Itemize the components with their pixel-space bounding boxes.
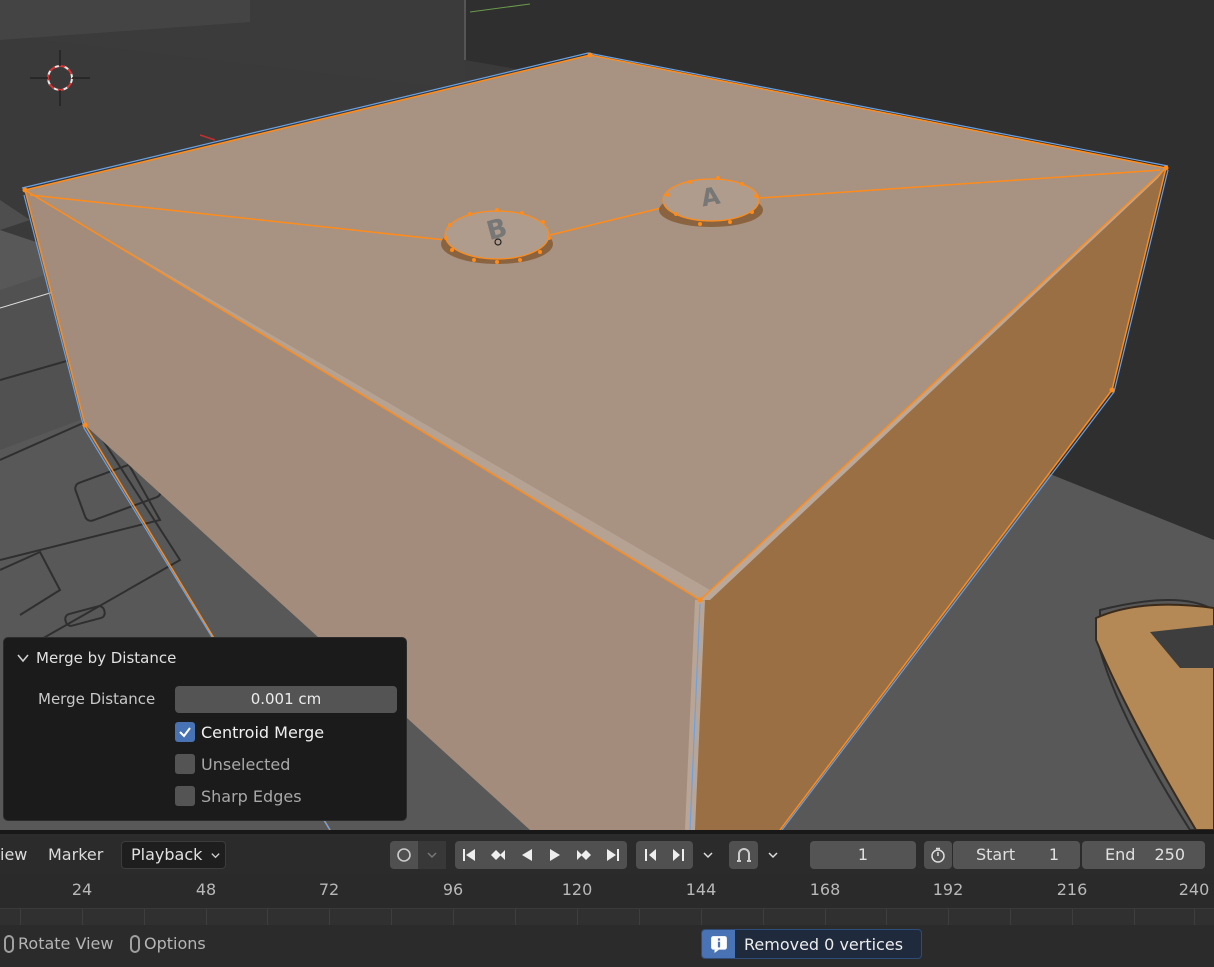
ruler-tick-label: 96 (442, 880, 464, 899)
3d-viewport[interactable]: B A Merge by Distance Merge Distance 0.0… (0, 0, 1214, 830)
start-label: Start (976, 845, 1016, 864)
keyframe-jump-group (636, 841, 722, 869)
prev-keyframe-button[interactable] (484, 841, 513, 869)
playback-dropdown[interactable]: Playback (121, 841, 226, 869)
merge-distance-field[interactable]: 0.001 cm (175, 686, 397, 713)
merge-distance-label: Merge Distance (38, 690, 156, 708)
ruler-tick-label: 216 (1056, 880, 1088, 899)
timeline-track[interactable] (0, 908, 1214, 926)
next-keyframe-button[interactable] (570, 841, 599, 869)
menu-marker[interactable]: Marker (48, 845, 103, 864)
record-icon (397, 848, 411, 862)
record-button[interactable] (390, 841, 418, 869)
next-keyframe-icon (577, 850, 592, 860)
timeline-ruler[interactable]: 24 48 72 96 120 144 168 192 216 240 (0, 874, 1214, 908)
start-frame-field[interactable]: Start 1 (953, 841, 1080, 869)
end-frame-field[interactable]: End 250 (1082, 841, 1205, 869)
play-reverse-icon (521, 849, 532, 861)
ruler-tick-label: 72 (318, 880, 340, 899)
start-value: 1 (1048, 845, 1059, 864)
ruler-tick-label: 240 (1178, 880, 1210, 899)
end-label: End (1105, 845, 1136, 864)
unselected-checkbox[interactable]: Unselected (175, 754, 290, 774)
jump-prev-icon (645, 849, 657, 861)
mouse-icon (4, 934, 14, 953)
report-message[interactable]: Removed 0 vertices (701, 929, 922, 959)
chevron-down-icon (703, 852, 713, 859)
rotate-view-label: Rotate View (18, 934, 114, 953)
operator-title: Merge by Distance (36, 649, 177, 667)
chevron-down-icon (767, 852, 778, 859)
options-label: Options (144, 934, 206, 953)
end-value: 250 (1154, 845, 1185, 864)
jump-start-icon (463, 849, 476, 861)
timeline-header: iew Marker Playback 1 Start 1 End 250 (0, 830, 1214, 874)
menu-view[interactable]: iew (0, 845, 27, 864)
ruler-tick-label: 168 (809, 880, 841, 899)
centroid-merge-label: Centroid Merge (201, 722, 325, 742)
status-options: Options (130, 934, 206, 953)
ruler-tick-label: 24 (71, 880, 93, 899)
snapping-toggle[interactable] (729, 841, 758, 869)
jump-next-icon (673, 849, 684, 861)
ruler-tick-label: 120 (561, 880, 593, 899)
ruler-tick-label: 48 (195, 880, 217, 899)
jump-next-button[interactable] (664, 841, 694, 869)
snapping-dropdown[interactable] (758, 841, 787, 869)
status-bar: Rotate View Options Removed 0 vertices (0, 925, 1214, 967)
jump-prev-button[interactable] (636, 841, 665, 869)
prev-keyframe-icon (491, 850, 505, 860)
snapping-group (729, 841, 787, 869)
mouse-icon (130, 934, 140, 953)
keying-dropdown[interactable] (418, 841, 446, 869)
stopwatch-button[interactable] (924, 841, 952, 869)
info-icon (702, 930, 735, 958)
playback-label: Playback (131, 845, 203, 864)
chevron-down-icon (211, 853, 220, 859)
jump-end-icon (606, 849, 619, 861)
3d-cursor-icon (30, 50, 90, 106)
jump-start-button[interactable] (455, 841, 484, 869)
ruler-tick-label: 144 (685, 880, 717, 899)
jump-dropdown[interactable] (693, 841, 722, 869)
play-button[interactable] (541, 841, 570, 869)
sharp-edges-checkbox[interactable]: Sharp Edges (175, 786, 302, 806)
ruler-tick-label: 192 (932, 880, 964, 899)
unselected-label: Unselected (201, 754, 291, 774)
keying-group (390, 841, 446, 869)
play-icon (550, 849, 561, 861)
operator-panel: Merge by Distance Merge Distance 0.001 c… (3, 637, 407, 821)
chevron-down-icon (427, 852, 437, 859)
checkmark-icon (175, 722, 195, 742)
status-rotate-view: Rotate View (4, 934, 113, 953)
chevron-down-icon (17, 654, 29, 663)
play-reverse-button[interactable] (512, 841, 541, 869)
current-frame-field[interactable]: 1 (810, 841, 916, 869)
playback-controls (455, 841, 627, 869)
jump-end-button[interactable] (598, 841, 627, 869)
sharp-edges-label: Sharp Edges (201, 786, 302, 806)
magnet-icon (736, 848, 751, 862)
operator-panel-header[interactable]: Merge by Distance (16, 648, 176, 668)
centroid-merge-checkbox[interactable]: Centroid Merge (175, 722, 324, 742)
report-text: Removed 0 vertices (744, 934, 904, 954)
stopwatch-icon (931, 847, 945, 863)
